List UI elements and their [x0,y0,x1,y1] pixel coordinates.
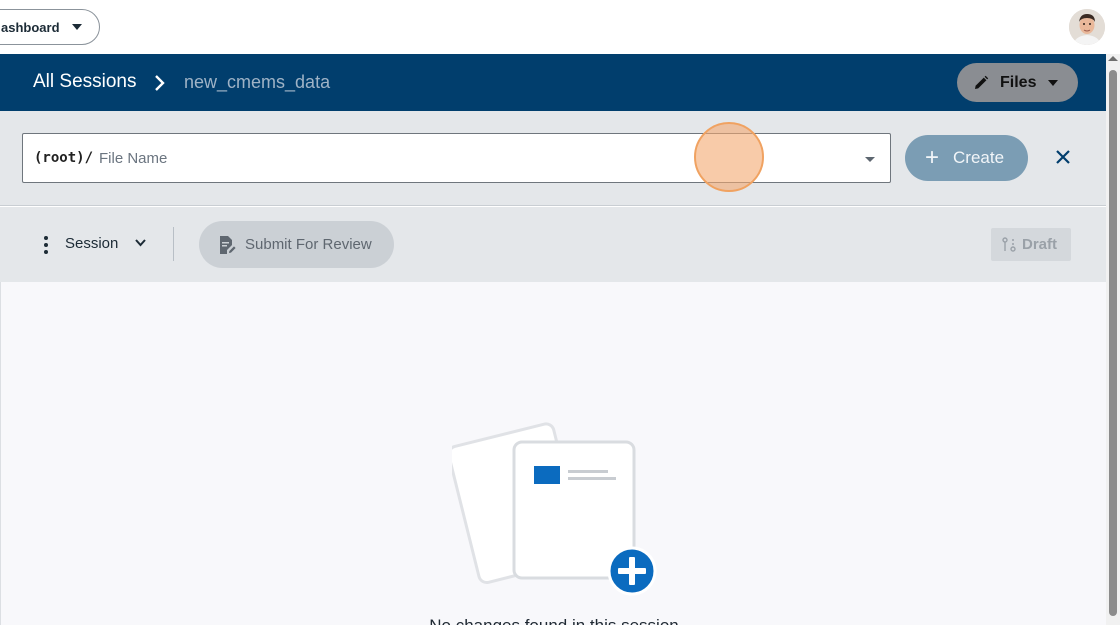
create-button[interactable]: + Create [905,135,1028,181]
empty-state-message: No changes found in this session [1,616,1107,625]
chevron-down-icon[interactable] [134,238,147,248]
close-icon[interactable] [1054,148,1072,166]
files-button[interactable]: Files [957,63,1078,102]
top-bar: ashboard [0,0,1120,54]
page-scrollbar[interactable] [1106,54,1120,625]
document-edit-icon [220,235,236,254]
caret-down-icon [1048,79,1059,86]
dropdown-caret-icon[interactable] [865,157,875,162]
empty-files-illustration [452,422,657,596]
more-vertical-icon[interactable] [43,236,49,254]
changes-panel: No changes found in this session [0,282,1106,625]
add-circle-icon [607,546,657,596]
submit-label: Submit For Review [245,236,372,253]
breadcrumb-all-sessions[interactable]: All Sessions [33,71,137,93]
plus-icon: + [925,144,940,171]
avatar-image [1069,9,1105,45]
chevron-right-icon [155,75,165,91]
toolbar-divider [173,227,174,261]
dashboard-menu-button[interactable]: ashboard [0,9,100,45]
session-header: All Sessions new_cmems_data Files [0,54,1106,111]
draft-label: Draft [1022,236,1058,253]
caret-down-icon [71,24,82,30]
draft-status-button[interactable]: Draft [991,228,1071,261]
avatar[interactable] [1069,9,1105,45]
pencil-icon [975,75,989,89]
new-file-row: (root)/ + Create [0,111,1106,206]
create-label: Create [953,148,1005,167]
submit-for-review-button[interactable]: Submit For Review [199,221,394,268]
breadcrumb-current-session: new_cmems_data [184,72,331,92]
scroll-up-arrow-icon[interactable] [1108,56,1118,61]
root-prefix: (root)/ [34,150,94,166]
draft-branch-icon [1002,236,1016,252]
click-indicator [694,122,764,192]
session-toolbar: Session Submit For Review Draft [0,207,1106,282]
files-label: Files [1000,73,1037,91]
dashboard-label: ashboard [1,19,60,35]
session-menu-label[interactable]: Session [65,235,118,252]
scrollbar-thumb[interactable] [1109,70,1117,616]
